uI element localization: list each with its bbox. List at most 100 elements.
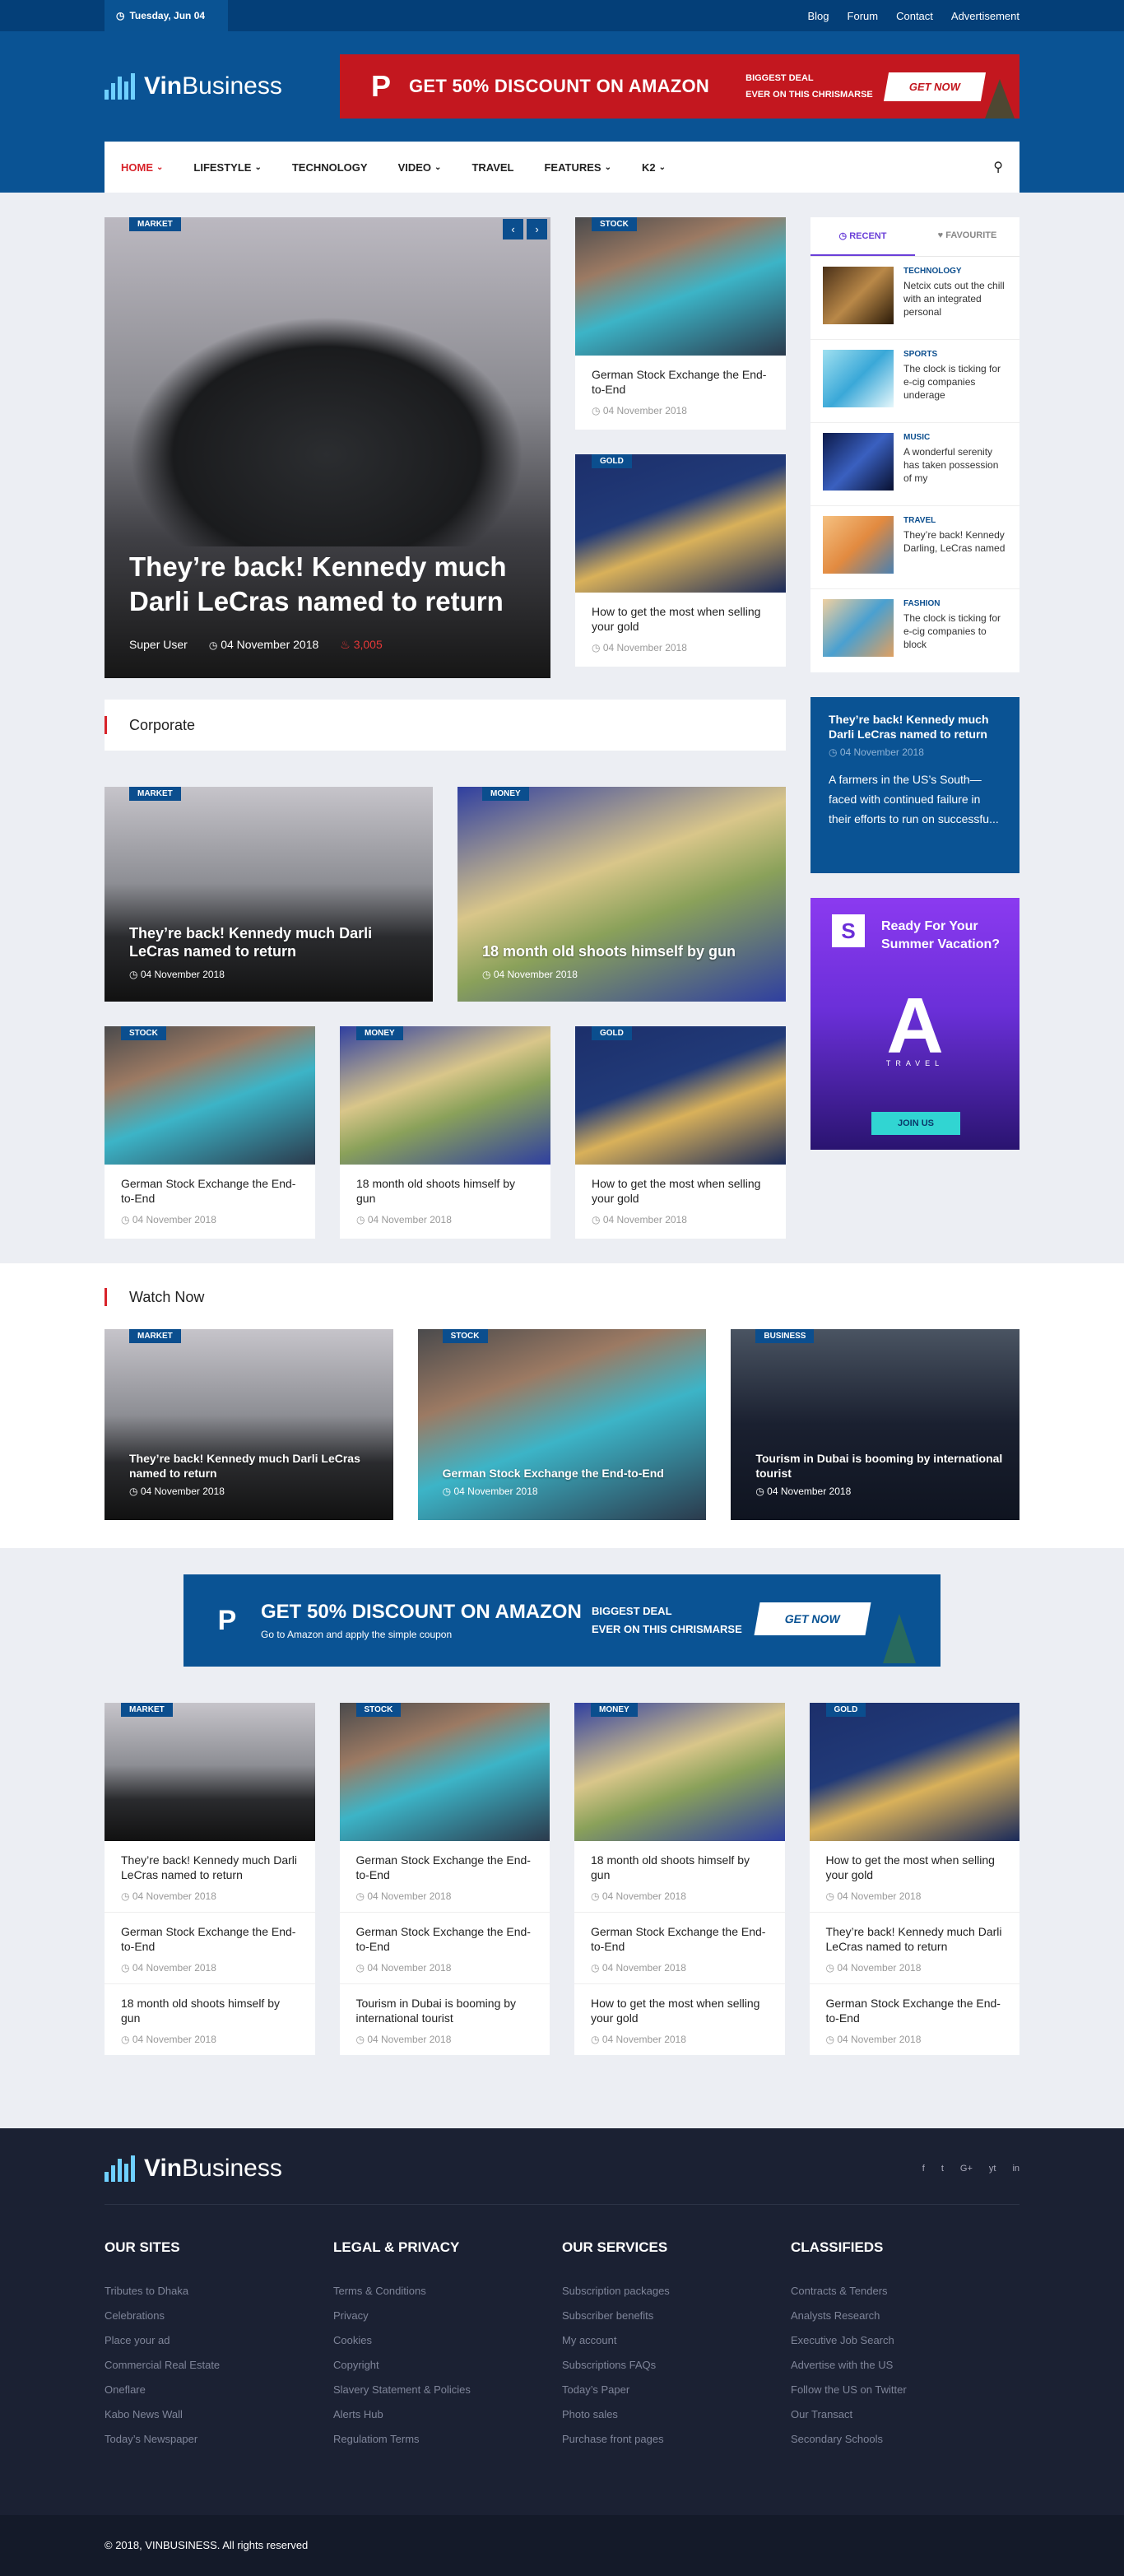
category-badge[interactable]: STOCK bbox=[121, 1026, 166, 1040]
article-title[interactable]: German Stock Exchange the End-to-End bbox=[592, 367, 769, 397]
item-thumbnail[interactable] bbox=[823, 350, 894, 407]
article-title[interactable]: Tourism in Dubai is booming by internati… bbox=[356, 1996, 534, 2025]
category-badge[interactable]: MARKET bbox=[129, 1329, 181, 1343]
mid-ad-banner[interactable]: P GET 50% DISCOUNT ON AMAZON Go to Amazo… bbox=[183, 1574, 941, 1667]
article-title[interactable]: German Stock Exchange the End-to-End bbox=[356, 1924, 534, 1954]
tile-title[interactable]: 18 month old shoots himself by gun bbox=[482, 942, 762, 960]
linkedin-icon[interactable]: in bbox=[1012, 2164, 1019, 2174]
ad-get-now-button[interactable]: GET NOW bbox=[754, 1602, 871, 1635]
footer-link[interactable]: Terms & Conditions bbox=[333, 2279, 562, 2304]
nav-technology[interactable]: TECHNOLOGY bbox=[292, 161, 368, 174]
nav-lifestyle[interactable]: LIFESTYLE ⌄ bbox=[193, 161, 261, 174]
item-title[interactable]: The clock is ticking for e-cig companies… bbox=[903, 611, 1007, 651]
tile-title[interactable]: German Stock Exchange the End-to-End bbox=[443, 1466, 690, 1481]
footer-link[interactable]: Commercial Real Estate bbox=[105, 2353, 333, 2378]
list-item[interactable]: Tourism in Dubai is booming by internati… bbox=[340, 1984, 550, 2055]
list-item[interactable]: MUSIC A wonderful serenity has taken poss… bbox=[810, 423, 1019, 506]
category-badge[interactable]: MONEY bbox=[356, 1026, 403, 1040]
article-thumbnail[interactable]: STOCK bbox=[339, 1703, 550, 1841]
nav-features[interactable]: FEATURES ⌄ bbox=[544, 161, 611, 174]
author-name[interactable]: Super User bbox=[129, 638, 188, 652]
tile-title[interactable]: Tourism in Dubai is booming by internati… bbox=[755, 1451, 1002, 1481]
article-card[interactable]: STOCK German Stock Exchange the End-to-E… bbox=[105, 1026, 315, 1239]
top-link-contact[interactable]: Contact bbox=[896, 10, 933, 22]
article-card[interactable]: GOLD How to get the most when selling yo… bbox=[575, 454, 786, 667]
footer-link[interactable]: Oneflare bbox=[105, 2378, 333, 2402]
article-title[interactable]: German Stock Exchange the End-to-End bbox=[121, 1176, 299, 1206]
list-item[interactable]: How to get the most when selling your go… bbox=[809, 1841, 1019, 1913]
nav-video[interactable]: VIDEO ⌄ bbox=[398, 161, 442, 174]
footer-link[interactable]: Slavery Statement & Policies bbox=[333, 2378, 562, 2402]
article-thumbnail[interactable]: GOLD bbox=[809, 1703, 1019, 1841]
article-title[interactable]: German Stock Exchange the End-to-End bbox=[826, 1996, 1004, 2025]
article-title[interactable]: How to get the most when selling your go… bbox=[592, 1176, 769, 1206]
article-title[interactable]: 18 month old shoots himself by gun bbox=[356, 1176, 534, 1206]
item-category[interactable]: TRAVEL bbox=[903, 516, 1007, 525]
feature-tile[interactable]: MONEY 18 month old shoots himself by gun… bbox=[457, 787, 786, 1002]
search-icon[interactable]: ⚲ bbox=[993, 159, 1003, 175]
item-thumbnail[interactable] bbox=[823, 267, 894, 324]
category-badge[interactable]: GOLD bbox=[825, 1703, 866, 1717]
item-category[interactable]: TECHNOLOGY bbox=[903, 267, 1007, 276]
footer-logo[interactable]: VinBusiness bbox=[105, 2155, 282, 2183]
article-card[interactable]: GOLD How to get the most when selling yo… bbox=[575, 1026, 786, 1239]
tab-recent[interactable]: ◷ RECENT bbox=[810, 217, 915, 256]
article-thumbnail[interactable]: MONEY bbox=[340, 1026, 550, 1165]
twitter-icon[interactable]: t bbox=[941, 2164, 944, 2174]
footer-link[interactable]: Executive Job Search bbox=[791, 2328, 1019, 2353]
category-badge[interactable]: STOCK bbox=[592, 217, 637, 231]
item-thumbnail[interactable] bbox=[823, 599, 894, 657]
top-link-forum[interactable]: Forum bbox=[848, 10, 879, 22]
category-badge[interactable]: STOCK bbox=[442, 1329, 488, 1343]
list-item[interactable]: TECHNOLOGY Netcix cuts out the chill with… bbox=[810, 257, 1019, 340]
article-title[interactable]: German Stock Exchange the End-to-End bbox=[356, 1853, 534, 1882]
nav-home[interactable]: HOME ⌄ bbox=[121, 161, 163, 174]
category-badge[interactable]: BUSINESS bbox=[755, 1329, 815, 1343]
chevron-left-icon[interactable]: ‹ bbox=[503, 219, 523, 239]
list-item[interactable]: SPORTS The clock is ticking for e-cig com… bbox=[810, 340, 1019, 423]
footer-link[interactable]: Photo sales bbox=[562, 2402, 791, 2427]
item-title[interactable]: They’re back! Kennedy Darling, LeCras na… bbox=[903, 528, 1007, 555]
footer-link[interactable]: Tributes to Dhaka bbox=[105, 2279, 333, 2304]
list-item[interactable]: German Stock Exchange the End-to-End ◷ 04… bbox=[339, 1913, 550, 1984]
feature-tile[interactable]: MARKET They’re back! Kennedy much Darli … bbox=[105, 787, 433, 1002]
top-link-blog[interactable]: Blog bbox=[808, 10, 829, 22]
article-thumbnail[interactable]: GOLD bbox=[575, 454, 786, 593]
category-badge[interactable]: MARKET bbox=[129, 787, 181, 801]
footer-link[interactable]: My account bbox=[562, 2328, 791, 2353]
ad-get-now-button[interactable]: GET NOW bbox=[883, 72, 987, 101]
facebook-icon[interactable]: f bbox=[922, 2164, 925, 2174]
category-badge[interactable]: MONEY bbox=[591, 1703, 638, 1717]
list-item[interactable]: 18 month old shoots himself by gun ◷ 04 N… bbox=[574, 1841, 785, 1913]
item-category[interactable]: FASHION bbox=[903, 599, 1007, 608]
footer-link[interactable]: Regulatiom Terms bbox=[333, 2427, 562, 2452]
category-badge[interactable]: GOLD bbox=[592, 454, 632, 468]
article-thumbnail[interactable]: STOCK bbox=[575, 217, 786, 356]
footer-link[interactable]: Today’s Paper bbox=[562, 2378, 791, 2402]
footer-link[interactable]: Subscriptions FAQs bbox=[562, 2353, 791, 2378]
nav-travel[interactable]: TRAVEL bbox=[471, 161, 513, 174]
article-thumbnail[interactable]: MONEY bbox=[574, 1703, 785, 1841]
footer-link[interactable]: Secondary Schools bbox=[791, 2427, 1019, 2452]
item-thumbnail[interactable] bbox=[823, 516, 894, 574]
hero-slide[interactable]: MARKET ‹ › They’re back! Kennedy much Da… bbox=[105, 217, 550, 678]
featured-excerpt-box[interactable]: They’re back! Kennedy much Darli LeCras … bbox=[810, 697, 1019, 873]
list-item[interactable]: German Stock Exchange the End-to-End ◷ 04… bbox=[339, 1841, 550, 1913]
video-tile[interactable]: MARKET They’re back! Kennedy much Darli … bbox=[105, 1329, 393, 1520]
footer-link[interactable]: Advertise with the US bbox=[791, 2353, 1019, 2378]
category-badge[interactable]: MARKET bbox=[121, 1703, 173, 1717]
list-item[interactable]: German Stock Exchange the End-to-End ◷ 04… bbox=[574, 1913, 785, 1984]
article-thumbnail[interactable]: STOCK bbox=[105, 1026, 315, 1165]
category-badge[interactable]: MARKET bbox=[129, 217, 181, 231]
header-ad-banner[interactable]: P GET 50% DISCOUNT ON AMAZON BIGGEST DEA… bbox=[340, 54, 1019, 119]
footer-link[interactable]: Purchase front pages bbox=[562, 2427, 791, 2452]
article-title[interactable]: German Stock Exchange the End-to-End bbox=[591, 1924, 769, 1954]
category-badge[interactable]: MONEY bbox=[482, 787, 529, 801]
item-category[interactable]: MUSIC bbox=[903, 433, 1007, 442]
youtube-icon[interactable]: yt bbox=[989, 2164, 996, 2174]
video-tile[interactable]: BUSINESS Tourism in Dubai is booming by … bbox=[731, 1329, 1020, 1520]
google-plus-icon[interactable]: G+ bbox=[960, 2164, 973, 2174]
item-title[interactable]: Netcix cuts out the chill with an integr… bbox=[903, 279, 1007, 319]
article-card[interactable]: MONEY 18 month old shoots himself by gun… bbox=[340, 1026, 550, 1239]
excerpt-title[interactable]: They’re back! Kennedy much Darli LeCras … bbox=[829, 712, 1001, 742]
